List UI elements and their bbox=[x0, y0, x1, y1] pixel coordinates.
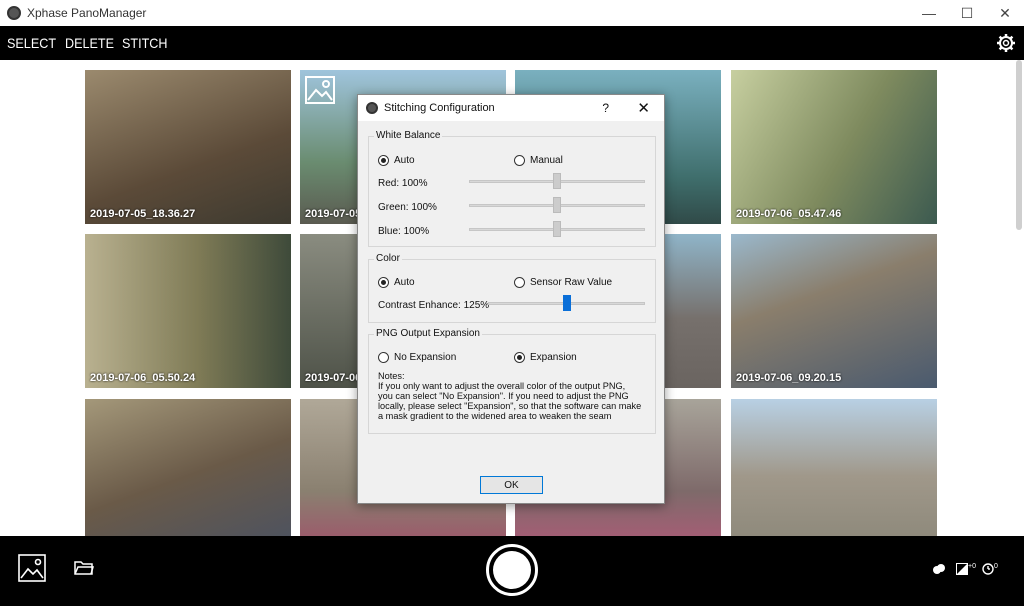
png-expansion-group: PNG Output Expansion No Expansion Expans… bbox=[368, 328, 656, 434]
gear-icon[interactable] bbox=[996, 33, 1016, 53]
exposure-icon[interactable] bbox=[956, 563, 968, 575]
radio-icon bbox=[514, 277, 525, 288]
timer-value: 0 bbox=[994, 563, 998, 570]
close-button[interactable]: ✕ bbox=[986, 0, 1024, 26]
photo-thumbnail[interactable]: 2019-07-06_05.50.24 bbox=[85, 234, 291, 388]
expansion-label: Expansion bbox=[530, 352, 577, 363]
gallery-scrollbar[interactable] bbox=[1016, 60, 1022, 230]
notes-line: locally, please select "Expansion", so t… bbox=[378, 401, 642, 411]
white-balance-group: White Balance Auto Manual Red: 100% Gree… bbox=[368, 130, 656, 247]
blue-slider-handle[interactable] bbox=[553, 221, 561, 237]
exposure-value: +0 bbox=[968, 563, 976, 570]
weather-icon[interactable] bbox=[932, 562, 946, 576]
delete-button[interactable]: DELETE bbox=[65, 35, 114, 51]
help-button[interactable]: ? bbox=[602, 101, 609, 115]
notes-line: If you only want to adjust the overall c… bbox=[378, 381, 626, 391]
contrast-slider-handle[interactable] bbox=[563, 295, 571, 311]
wb-auto-label: Auto bbox=[394, 155, 415, 166]
folder-icon[interactable] bbox=[74, 560, 94, 576]
image-icon[interactable] bbox=[18, 554, 46, 582]
shutter-button[interactable] bbox=[486, 544, 538, 596]
photo-thumbnail[interactable] bbox=[731, 399, 937, 536]
red-label: Red: 100% bbox=[378, 178, 428, 189]
no-expansion-radio[interactable]: No Expansion bbox=[378, 352, 456, 363]
expansion-radio[interactable]: Expansion bbox=[514, 352, 577, 363]
color-label: Color bbox=[374, 253, 402, 264]
maximize-button[interactable]: ☐ bbox=[948, 0, 986, 26]
app-icon bbox=[366, 102, 378, 114]
sensor-raw-label: Sensor Raw Value bbox=[530, 277, 613, 288]
color-group: Color Auto Sensor Raw Value Contrast Enh… bbox=[368, 253, 656, 323]
notes-title: Notes: bbox=[378, 371, 405, 381]
ok-button[interactable]: OK bbox=[480, 476, 543, 494]
wb-manual-label: Manual bbox=[530, 155, 563, 166]
photo-thumbnail[interactable] bbox=[85, 399, 291, 536]
no-expansion-label: No Expansion bbox=[394, 352, 457, 363]
thumbnail-caption: 2019-07-06_05.47.46 bbox=[736, 208, 842, 220]
notes-line: you can select "No Expansion". If you ne… bbox=[378, 391, 629, 401]
thumbnail-caption: 2019-07-05_18.36.27 bbox=[90, 208, 196, 220]
stitching-config-dialog: Stitching Configuration ? ✕ White Balanc… bbox=[357, 94, 665, 504]
contrast-label: Contrast Enhance: 125% bbox=[378, 300, 490, 311]
green-label: Green: 100% bbox=[378, 202, 437, 213]
thumbnail-caption: 2019-07-06_09.20.15 bbox=[736, 372, 842, 384]
photo-thumbnail[interactable]: 2019-07-06_05.47.46 bbox=[731, 70, 937, 224]
photo-thumbnail[interactable]: 2019-07-06_09.20.15 bbox=[731, 234, 937, 388]
app-icon bbox=[7, 6, 21, 20]
thumbnail-caption: 2019-07-05 bbox=[305, 208, 362, 220]
color-auto-radio[interactable]: Auto bbox=[378, 277, 415, 288]
minimize-button[interactable]: — bbox=[910, 0, 948, 26]
color-auto-label: Auto bbox=[394, 277, 415, 288]
main-toolbar: SELECT DELETE STITCH bbox=[0, 26, 1024, 60]
thumbnail-caption: 2019-07-06_05.50.24 bbox=[90, 372, 196, 384]
thumbnail-caption: 2019-07-06 bbox=[305, 372, 362, 384]
window-title-bar: Xphase PanoManager — ☐ ✕ bbox=[0, 0, 1024, 26]
png-expansion-label: PNG Output Expansion bbox=[374, 328, 482, 339]
sensor-raw-radio[interactable]: Sensor Raw Value bbox=[514, 277, 612, 288]
blue-label: Blue: 100% bbox=[378, 226, 430, 237]
radio-icon bbox=[514, 155, 525, 166]
green-slider-handle[interactable] bbox=[553, 197, 561, 213]
bottom-bar: +0 0 bbox=[0, 536, 1024, 606]
photo-thumbnail[interactable]: 2019-07-05_18.36.27 bbox=[85, 70, 291, 224]
notes-text: Notes: If you only want to adjust the ov… bbox=[378, 371, 653, 421]
select-button[interactable]: SELECT bbox=[7, 35, 56, 51]
dialog-close-button[interactable]: ✕ bbox=[637, 99, 650, 117]
notes-line: a mask gradient to the widened area to w… bbox=[378, 411, 612, 421]
stitch-button[interactable]: STITCH bbox=[122, 35, 168, 51]
timer-icon[interactable] bbox=[982, 563, 994, 575]
wb-auto-radio[interactable]: Auto bbox=[378, 155, 415, 166]
dialog-title: Stitching Configuration bbox=[384, 102, 495, 114]
radio-selected-icon bbox=[514, 352, 525, 363]
window-title: Xphase PanoManager bbox=[27, 6, 147, 20]
radio-icon bbox=[378, 352, 389, 363]
wb-manual-radio[interactable]: Manual bbox=[514, 155, 563, 166]
red-slider-handle[interactable] bbox=[553, 173, 561, 189]
radio-selected-icon bbox=[378, 155, 389, 166]
radio-selected-icon bbox=[378, 277, 389, 288]
dialog-title-bar: Stitching Configuration ? ✕ bbox=[358, 95, 664, 121]
white-balance-label: White Balance bbox=[374, 130, 443, 141]
image-icon bbox=[305, 76, 335, 104]
